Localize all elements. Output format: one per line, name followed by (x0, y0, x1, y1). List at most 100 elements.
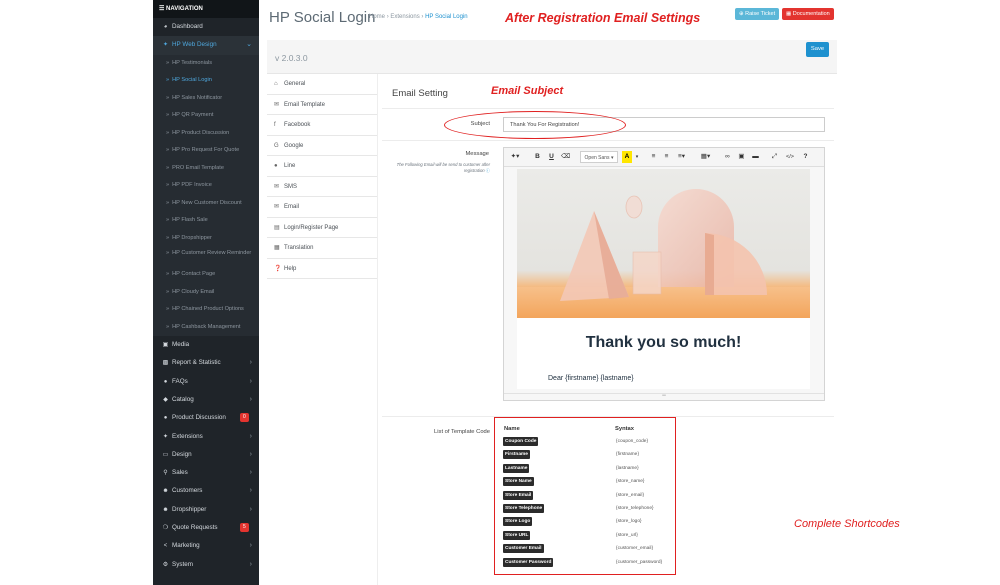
font-family-select[interactable]: Open Sans ▾ (580, 151, 618, 163)
bold-icon[interactable]: B (533, 151, 542, 163)
question-circle-icon[interactable]: ⓘ (486, 168, 490, 173)
tab-email-template[interactable]: ✉ Email Template (267, 94, 377, 115)
sidebar-subitem-label: HP Chained Product Options (172, 306, 244, 313)
sidebar-subitem[interactable]: » HP Sales Notificator (153, 89, 259, 108)
comments-icon: ● (163, 378, 168, 385)
tab-google[interactable]: G Google (267, 136, 377, 156)
tab-sms[interactable]: ✉ SMS (267, 177, 377, 197)
chevron-right-icon: › (249, 469, 252, 477)
sidebar-subitem-label: HP Contact Page (172, 271, 216, 278)
sidebar-subitem[interactable]: » PRO Email Template (153, 159, 259, 178)
sidebar-item-dropshipper[interactable]: ☻ Dropshipper › (153, 501, 259, 519)
code-view-icon[interactable]: </> (784, 151, 796, 163)
tab-help[interactable]: ❓ Help (267, 259, 377, 279)
sidebar-item-sales[interactable]: ⚲ Sales › (153, 464, 259, 482)
page-header: HP Social Login Home › Extensions › HP S… (259, 0, 837, 36)
sidebar-item-customers[interactable]: ☻ Customers › (153, 482, 259, 500)
table-row: Store Name {store_name} (495, 476, 675, 489)
code-name-badge: Store Telephone (503, 504, 545, 513)
sidebar-item-label: Design (172, 450, 192, 458)
eraser-icon[interactable]: ⌫ (561, 151, 570, 163)
sidebar-subitem[interactable]: » HP Customer Review Reminder (153, 247, 259, 267)
annotation-title: After Registration Email Settings (505, 11, 701, 25)
sidebar-item-extensions[interactable]: ✦ Extensions › (153, 428, 259, 446)
code-name-badge: Customer Password (503, 557, 554, 567)
sidebar-item-catalog[interactable]: ◆ Catalog › (153, 391, 259, 409)
sidebar-subitem[interactable]: » HP Product Discussion (153, 124, 259, 143)
sidebar-item-media[interactable]: ▣ Media (153, 336, 259, 354)
rich-text-editor[interactable]: ✦▾ B U ⌫ Open Sans ▾ A ▾ ≡ ≡ ≡▾ ▦▾ ∞ ▣ ▬… (503, 147, 825, 401)
home-icon: ⌂ (274, 81, 278, 87)
sidebar-item-marketing[interactable]: < Marketing › (153, 537, 259, 555)
documentation-button[interactable]: ▦ Documentation (782, 8, 834, 20)
chevron-down-icon[interactable]: ▾ (634, 151, 640, 163)
tab-general[interactable]: ⌂ General (267, 74, 377, 95)
sidebar-subitem[interactable]: » HP Dropshipper (153, 229, 259, 248)
lifebuoy-icon: ❍ (162, 525, 169, 532)
annotation-email-subject: Email Subject (491, 85, 564, 97)
sidebar-subitem[interactable]: » HP QR Payment (153, 107, 259, 125)
sidebar-item-system[interactable]: ⚙ System › (153, 556, 259, 574)
sidebar-subitem-label: HP Testimonials (172, 59, 213, 66)
sidebar-item-hp-web-design[interactable]: ✦ HP Web Design ⌄ (153, 36, 259, 55)
sidebar-subitem-social-login[interactable]: » HP Social Login (153, 72, 259, 90)
sidebar-item-label: Media (172, 341, 190, 349)
code-syntax: {coupon_code} (616, 439, 649, 444)
link-icon[interactable]: ∞ (723, 151, 732, 163)
save-button[interactable]: Save (806, 42, 829, 57)
breadcrumb-home[interactable]: Home (369, 14, 385, 20)
sidebar-subitem-label: HP Customer Review Reminder (172, 250, 252, 257)
breadcrumb-extensions[interactable]: Extensions (390, 14, 419, 20)
sidebar-subitem[interactable]: » HP Chained Product Options (153, 301, 259, 319)
align-icon[interactable]: ≡▾ (675, 151, 688, 163)
sidebar-subitem[interactable]: » HP Pro Request For Quote (153, 142, 259, 160)
image-icon[interactable]: ▣ (737, 151, 746, 163)
sidebar-item-report[interactable]: ▩ Report & Statistic › (153, 354, 259, 372)
table-icon[interactable]: ▦▾ (698, 151, 713, 163)
text-color-icon[interactable]: A (622, 151, 632, 163)
table-row: Store Telephone {store_telephone} (495, 503, 675, 516)
breadcrumb-current[interactable]: HP Social Login (425, 14, 468, 20)
ordered-list-icon[interactable]: ≡ (662, 151, 671, 163)
book-icon: ▦ (786, 11, 792, 17)
tab-translation[interactable]: ▦ Translation (267, 238, 377, 259)
magic-wand-icon[interactable]: ✦▾ (509, 151, 521, 163)
sidebar-item-design[interactable]: ▭ Design › (153, 446, 259, 464)
editor-toolbar: ✦▾ B U ⌫ Open Sans ▾ A ▾ ≡ ≡ ≡▾ ▦▾ ∞ ▣ ▬… (504, 148, 824, 167)
help-icon[interactable]: ? (801, 151, 810, 163)
tab-facebook[interactable]: f Facebook (267, 115, 377, 136)
sidebar-subitem[interactable]: » HP Cashback Management (153, 318, 259, 337)
tab-label: Email Template (284, 101, 325, 108)
code-syntax: {firstname} (616, 452, 639, 458)
file-icon: ▤ (274, 224, 280, 231)
sidebar-item-label: Quote Requests (172, 524, 218, 532)
google-icon: G (274, 142, 279, 149)
sidebar-subitem[interactable]: » HP Contact Page (153, 266, 259, 284)
chevron-right-icon: › (249, 542, 252, 550)
unordered-list-icon[interactable]: ≡ (649, 151, 658, 163)
tab-email[interactable]: ✉ Email (267, 197, 377, 218)
raise-ticket-button[interactable]: ⊕ Raise Ticket (735, 8, 780, 20)
sidebar-item-dashboard[interactable]: ◕ Dashboard (153, 18, 259, 36)
sidebar-item-label: Product Discussion (172, 414, 226, 422)
sidebar-subitem[interactable]: » HP Flash Sale (153, 212, 259, 230)
sidebar-item-product-discussion[interactable]: ● Product Discussion 0 (153, 409, 259, 427)
sidebar-item-quote-requests[interactable]: ❍ Quote Requests 5 (153, 519, 259, 537)
template-codes-table: Name Syntax Coupon Code {coupon_code} Fir… (494, 417, 676, 575)
facebook-icon: f (274, 122, 276, 128)
sidebar-subitem[interactable]: » HP New Customer Discount (153, 194, 259, 213)
fullscreen-icon[interactable]: ⤢ (770, 151, 779, 163)
nav-header[interactable]: ☰ NAVIGATION (153, 0, 259, 18)
underline-icon[interactable]: U (547, 151, 556, 163)
tab-line[interactable]: ● Line (267, 156, 377, 177)
email-preview[interactable]: Thank you so much! Dear {firstname} {las… (517, 169, 810, 389)
sidebar-subitem[interactable]: » HP Testimonials (153, 54, 259, 73)
sidebar-item-faqs[interactable]: ● FAQs › (153, 373, 259, 391)
video-icon[interactable]: ▬ (751, 151, 760, 163)
sidebar-subitem[interactable]: » HP Cloudy Email (153, 283, 259, 302)
editor-resize-handle[interactable]: ═ (504, 393, 824, 399)
tab-login-register-page[interactable]: ▤ Login/Register Page (267, 218, 377, 238)
chevron-right-icon: › (249, 505, 252, 513)
code-syntax: {store_telephone} (616, 506, 654, 511)
sidebar-subitem[interactable]: » HP PDF Invoice (153, 177, 259, 195)
